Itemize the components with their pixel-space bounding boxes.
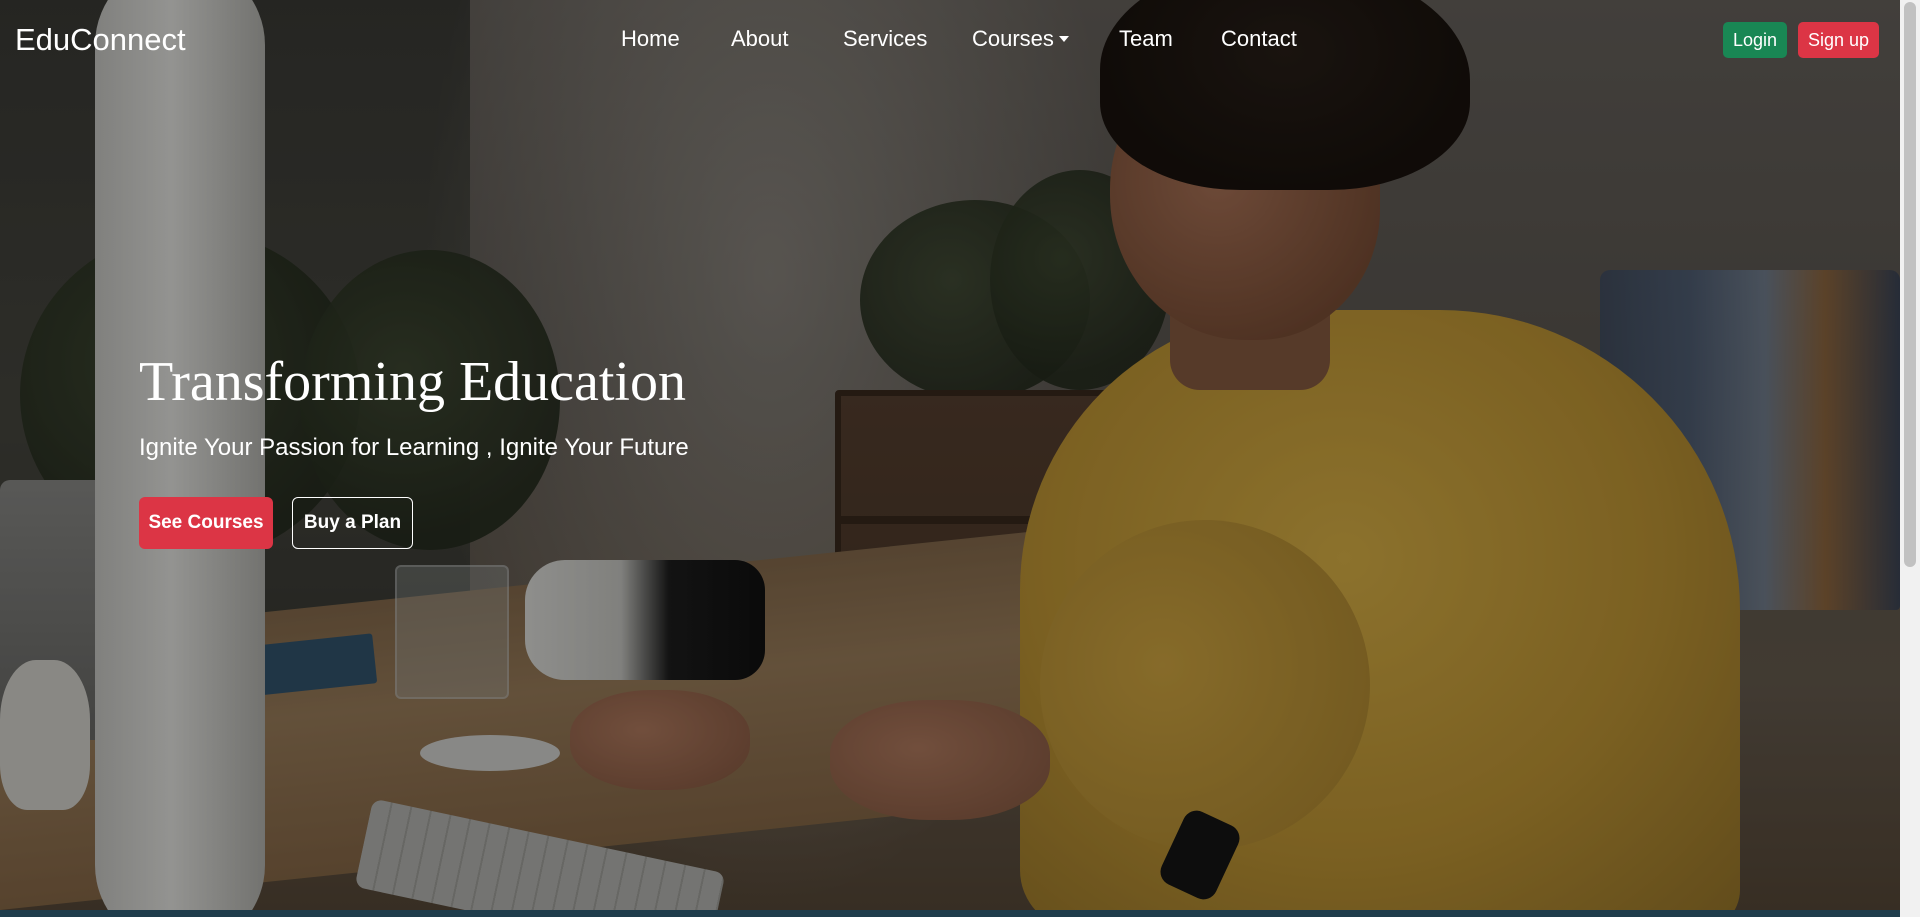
see-courses-button[interactable]: See Courses xyxy=(139,497,273,549)
top-navbar: EduConnect Home About Services Courses T… xyxy=(0,0,1900,80)
nav-link-courses-label: Courses xyxy=(972,26,1054,51)
vertical-scrollbar[interactable] xyxy=(1900,0,1920,917)
caret-down-icon xyxy=(1058,36,1069,42)
signup-button[interactable]: Sign up xyxy=(1798,22,1879,58)
hero-title: Transforming Education xyxy=(139,351,686,413)
page-bottom-edge xyxy=(0,910,1900,917)
page-viewport: EduConnect Home About Services Courses T… xyxy=(0,0,1900,910)
hero-subtitle: Ignite Your Passion for Learning , Ignit… xyxy=(139,434,689,461)
nav-link-team[interactable]: Team xyxy=(1119,26,1173,52)
login-button[interactable]: Login xyxy=(1723,22,1787,58)
nav-link-contact[interactable]: Contact xyxy=(1221,26,1297,52)
nav-link-services[interactable]: Services xyxy=(843,26,927,52)
scrollbar-thumb[interactable] xyxy=(1904,2,1916,567)
buy-plan-button[interactable]: Buy a Plan xyxy=(292,497,413,549)
nav-link-home[interactable]: Home xyxy=(621,26,680,52)
nav-link-about[interactable]: About xyxy=(731,26,789,52)
nav-links: Home About Services Courses Team Contact xyxy=(0,26,1900,56)
nav-link-courses[interactable]: Courses xyxy=(972,26,1069,52)
